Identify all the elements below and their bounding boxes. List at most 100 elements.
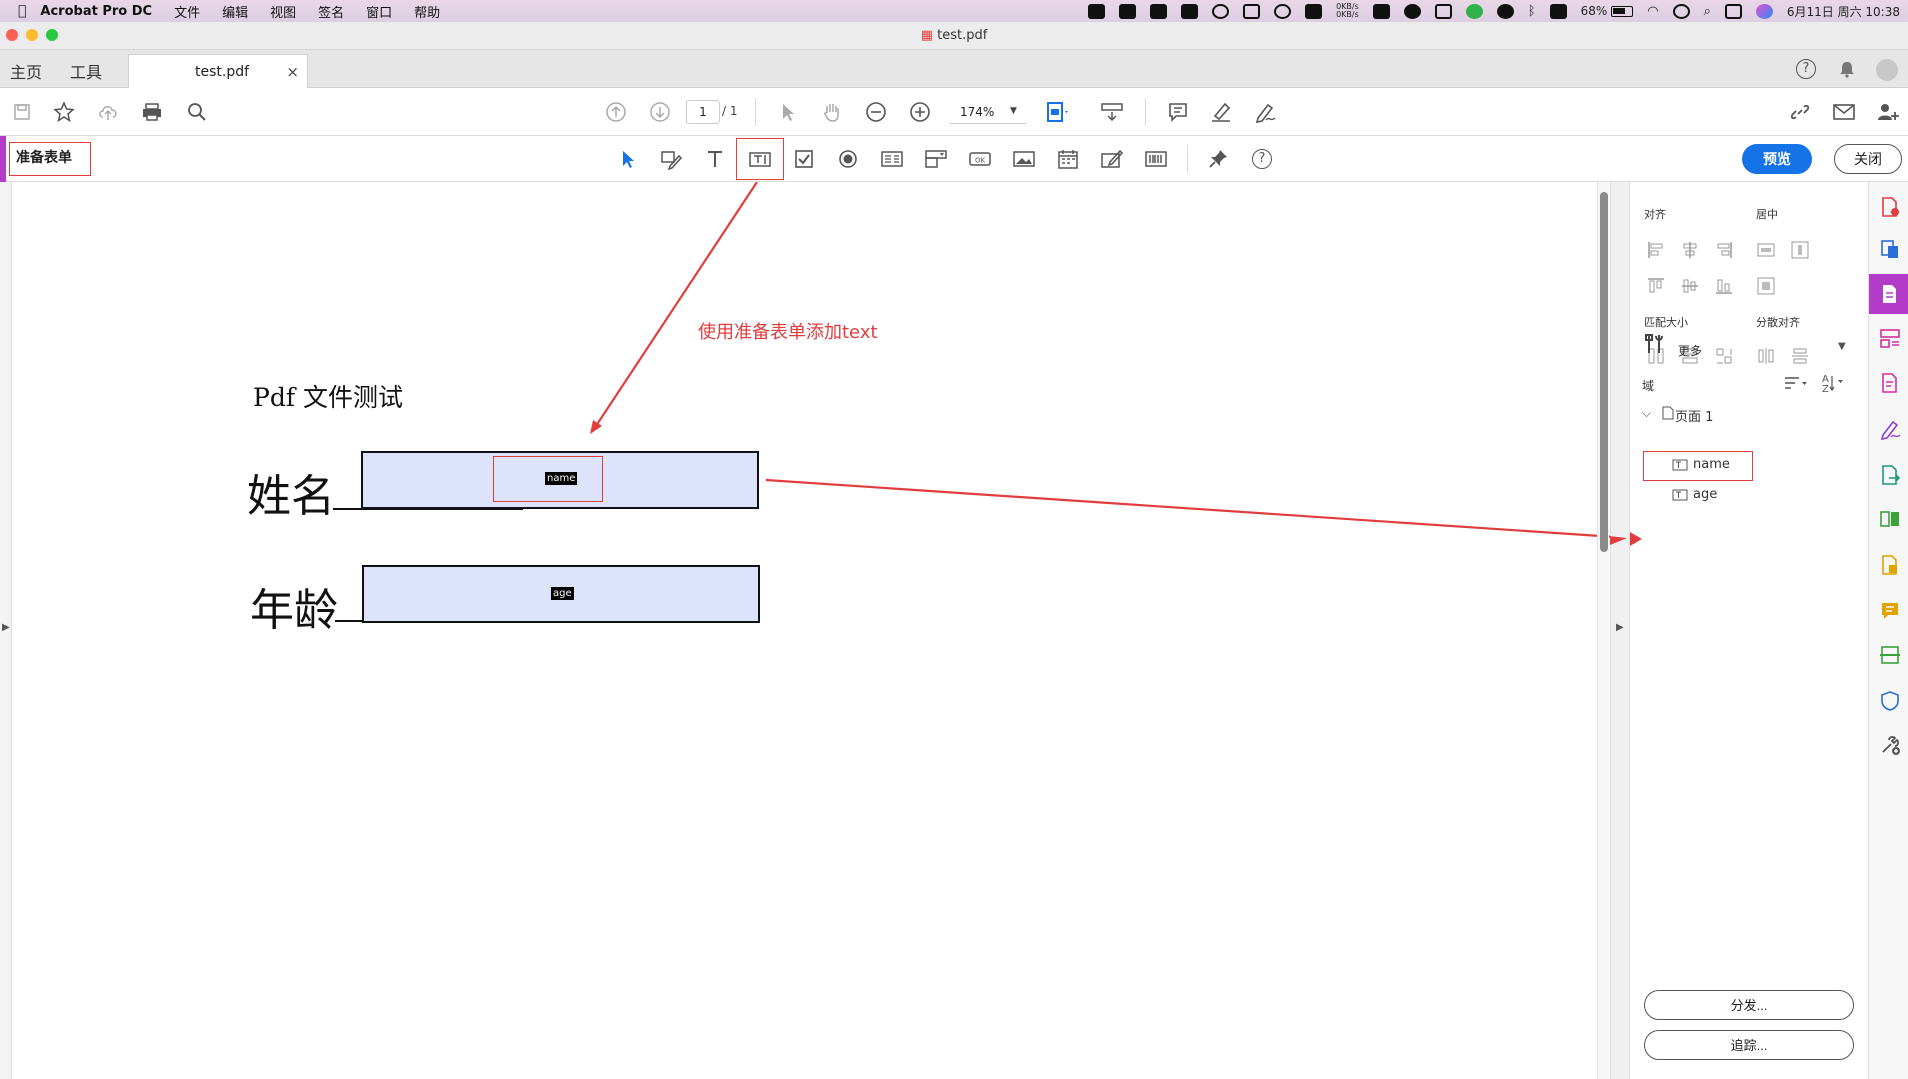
fill-sign-icon[interactable] [1879,418,1901,440]
close-form-button[interactable]: 关闭 [1834,144,1902,174]
save-icon[interactable] [8,98,36,126]
protect-icon[interactable] [1879,690,1901,712]
highlight-pen-icon[interactable] [1208,98,1236,126]
center-vertical-icon[interactable] [1790,240,1810,260]
n-tray-icon[interactable] [1465,3,1483,19]
align-left-icon[interactable] [1646,240,1666,260]
tree-field-age[interactable]: age [1672,487,1717,502]
chevron-down-icon[interactable]: ▼ [1010,106,1017,116]
select-cursor-icon[interactable] [774,98,802,126]
layout-tray-icon[interactable] [1372,3,1390,19]
previous-page-icon[interactable] [602,98,630,126]
create-pdf-icon[interactable] [1879,196,1901,218]
siri-icon[interactable] [1755,3,1773,19]
link-icon[interactable] [1786,98,1814,126]
star-icon[interactable] [50,98,78,126]
user-tray-icon[interactable] [1672,3,1690,19]
image-field-icon[interactable] [1010,145,1038,173]
document-view[interactable]: ▶ Pdf 文件测试 姓名 name 年龄 age 使用准备表单添加text ▶ [0,182,1630,1079]
menu-view[interactable]: 视图 [270,2,296,21]
s-tray-icon[interactable] [1549,3,1567,19]
clock[interactable]: 6月11日 周六 10:38 [1787,3,1900,20]
distribute-button[interactable]: 分发... [1644,990,1854,1020]
button-field-icon[interactable]: OK [966,145,994,173]
tab-document[interactable]: test.pdf × [128,54,308,89]
radio-button-icon[interactable] [834,145,862,173]
close-tab-icon[interactable]: × [286,63,299,81]
wps-icon[interactable] [1119,3,1137,19]
page-fit-icon[interactable] [1044,98,1072,126]
next-page-icon[interactable] [646,98,674,126]
menu-window[interactable]: 窗口 [366,2,392,21]
sign-pen-icon[interactable] [1252,98,1280,126]
signature-field-icon[interactable] [1098,145,1126,173]
menu-help[interactable]: 帮助 [414,2,440,21]
cloud-upload-icon[interactable] [94,98,122,126]
barcode-icon[interactable] [1142,145,1170,173]
wechat-icon[interactable] [1403,3,1421,19]
date-field-icon[interactable] [1054,145,1082,173]
menu-edit[interactable]: 编辑 [222,2,248,21]
zoom-out-icon[interactable] [862,98,890,126]
sort-icon[interactable] [1783,374,1809,392]
search-icon[interactable] [183,98,211,126]
export-pdf-icon[interactable] [1879,238,1901,260]
send-for-signature-icon[interactable] [1879,464,1901,486]
center-horizontal-icon[interactable] [1756,240,1776,260]
align-bottom-icon[interactable] [1714,276,1734,296]
match-both-icon[interactable] [1714,346,1734,366]
zoom-in-icon[interactable] [906,98,934,126]
edit-pdf-icon[interactable] [1879,372,1901,394]
tools-icon[interactable] [1644,332,1668,356]
track-button[interactable]: 追踪... [1644,1030,1854,1060]
organize-pages-icon[interactable] [1879,327,1901,349]
app-tray-icon[interactable] [1150,3,1168,19]
align-middle-icon[interactable] [1680,276,1700,296]
vertical-scrollbar[interactable] [1597,182,1609,1079]
control-center-icon[interactable] [1724,3,1742,19]
scroll-mode-icon[interactable] [1098,98,1126,126]
compare-files-icon[interactable] [1879,508,1901,530]
checkbox-icon[interactable] [790,145,818,173]
pin-tray-icon[interactable] [1243,3,1261,19]
edit-form-icon[interactable] [657,145,685,173]
tray-icon-4[interactable] [1181,3,1199,19]
print-icon[interactable] [138,98,166,126]
tab-home[interactable]: 主页 [10,59,42,83]
help-icon[interactable]: ? [1796,59,1816,79]
search-tray-icon[interactable] [1274,3,1292,19]
cloud-tray-icon[interactable] [1496,3,1514,19]
comment-tool-icon[interactable] [1879,600,1901,622]
text-icon[interactable] [701,145,729,173]
cat-tray-icon[interactable] [1305,3,1323,19]
align-right-icon[interactable] [1714,240,1734,260]
chat-tray-icon[interactable] [1212,3,1230,19]
apple-icon[interactable]:  [18,3,26,19]
bell-icon[interactable] [1838,60,1856,78]
tree-field-name[interactable]: name [1672,457,1730,472]
help-icon[interactable]: ? [1248,145,1276,173]
spotlight-icon[interactable]: ⌕ [1704,4,1711,19]
tab-tools[interactable]: 工具 [70,59,102,83]
prepare-form-icon[interactable] [1879,283,1901,305]
text-field-icon[interactable] [746,145,774,173]
combine-files-icon[interactable] [1879,554,1901,576]
align-center-h-icon[interactable] [1680,240,1700,260]
wifi-icon[interactable]: ◠ [1647,4,1658,19]
chevron-down-icon[interactable]: ▼ [1838,341,1846,352]
page-number-input[interactable]: 1 [686,100,720,124]
avatar[interactable] [1876,59,1898,81]
more-label[interactable]: 更多 [1678,342,1702,359]
pin-icon[interactable] [1204,145,1232,173]
scrollbar-thumb[interactable] [1600,192,1608,552]
text-tray-icon[interactable] [1434,3,1452,19]
bluetooth-icon[interactable]: ᛒ [1528,4,1536,19]
hand-tool-icon[interactable] [818,98,846,126]
collapse-tree-icon[interactable]: ⌵ [1642,406,1651,421]
center-both-icon[interactable] [1756,276,1776,296]
preview-button[interactable]: 预览 [1742,144,1812,174]
more-tools-icon[interactable] [1879,734,1901,756]
align-top-icon[interactable] [1646,276,1666,296]
input-method-icon[interactable] [1088,3,1106,19]
menu-file[interactable]: 文件 [174,2,200,21]
